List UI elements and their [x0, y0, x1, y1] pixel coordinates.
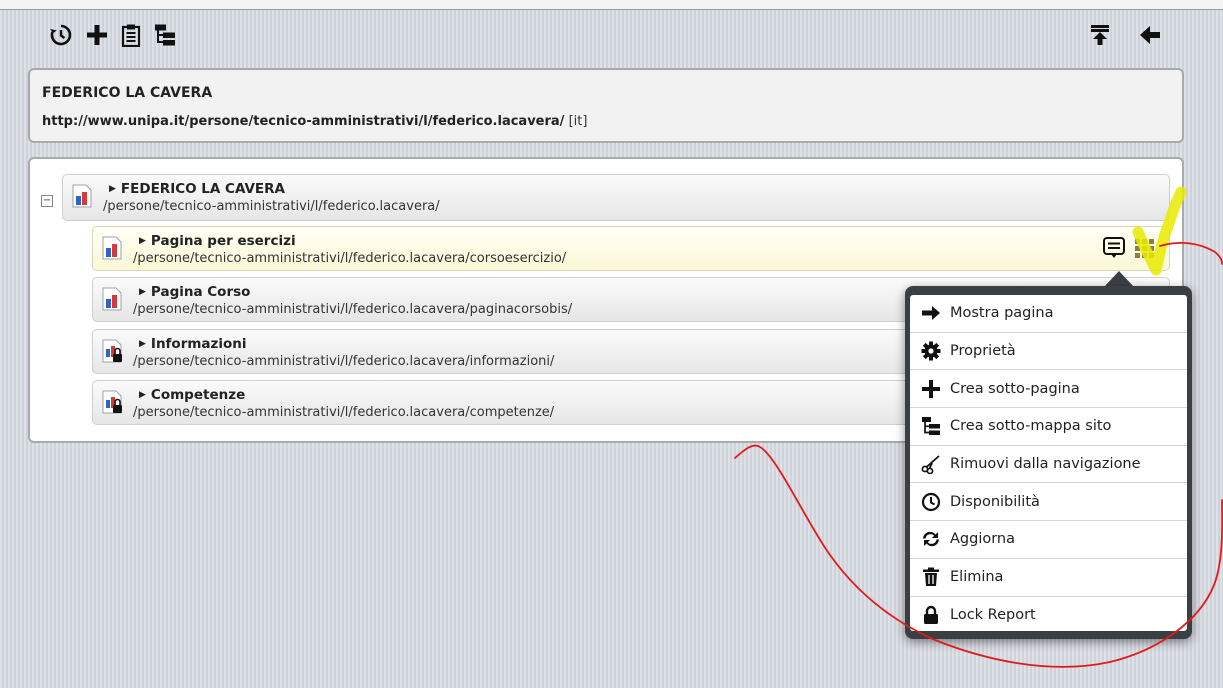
expand-arrow-icon: ▶ — [139, 287, 146, 297]
history-icon[interactable] — [48, 22, 74, 48]
page-icon — [101, 287, 123, 311]
menu-item-rimuovi-navigazione[interactable]: Rimuovi dalla navigazione — [910, 446, 1187, 484]
language-code: [it] — [568, 114, 588, 129]
expand-arrow-icon: ▶ — [139, 339, 146, 349]
tree-node-path: /persone/tecnico-amministrativi/l/federi… — [133, 302, 573, 317]
drag-handle-icon[interactable] — [1132, 236, 1156, 260]
tree-node-title[interactable]: ▶ Informazioni — [139, 336, 247, 352]
tree-node-path: /persone/tecnico-amministrativi/l/federi… — [103, 199, 440, 214]
trash-icon — [920, 566, 942, 588]
tree-node-child[interactable]: ▶ Pagina per esercizi /persone/tecnico-am… — [92, 226, 1170, 271]
menu-item-crea-sotto-mappa-sito[interactable]: Crea sotto-mappa sito — [910, 408, 1187, 446]
menu-item-label: Crea sotto-mappa sito — [950, 418, 1112, 435]
menu-item-aggiorna[interactable]: Aggiorna — [910, 521, 1187, 559]
context-menu-list: Mostra pagina Proprietà Crea sotto-pagin… — [910, 295, 1187, 631]
page-url: http://www.unipa.it/persone/tecnico-ammi… — [42, 114, 565, 129]
arrow-right-icon — [920, 302, 942, 324]
page-icon — [71, 184, 93, 208]
collapse-up-icon[interactable] — [1087, 22, 1113, 48]
menu-item-label: Elimina — [950, 569, 1004, 586]
tree-node-title[interactable]: ▶ FEDERICO LA CAVERA — [109, 181, 285, 197]
menu-item-label: Crea sotto-pagina — [950, 380, 1080, 397]
menu-item-lock-report[interactable]: Lock Report — [910, 597, 1187, 632]
menu-item-elimina[interactable]: Elimina — [910, 559, 1187, 597]
tree-node-title[interactable]: ▶ Competenze — [139, 387, 245, 403]
scissors-icon — [920, 453, 942, 475]
menu-item-crea-sotto-pagina[interactable]: Crea sotto-pagina — [910, 370, 1187, 409]
menu-item-proprieta[interactable]: Proprietà — [910, 333, 1187, 371]
tree-node-path: /persone/tecnico-amministrativi/l/federi… — [133, 251, 567, 266]
page-icon — [101, 236, 123, 260]
plus-icon — [920, 378, 942, 400]
menu-item-disponibilita[interactable]: Disponibilità — [910, 483, 1187, 522]
node-actions — [1102, 236, 1162, 262]
menu-item-label: Proprietà — [950, 343, 1016, 360]
locked-page-icon — [101, 339, 123, 363]
gear-icon — [920, 340, 942, 362]
menu-item-mostra-pagina[interactable]: Mostra pagina — [910, 295, 1187, 333]
page-title: FEDERICO LA CAVERA — [42, 85, 213, 101]
tree-node-path: /persone/tecnico-amministrativi/l/federi… — [133, 405, 555, 420]
locked-page-icon — [101, 390, 123, 414]
sitemap-icon — [920, 415, 942, 437]
sitemap-icon[interactable] — [152, 22, 178, 48]
tree-node-path: /persone/tecnico-amministrativi/l/federi… — [133, 354, 555, 369]
clock-icon — [920, 491, 942, 513]
menu-item-label: Aggiorna — [950, 531, 1016, 548]
lock-icon — [920, 604, 942, 626]
add-icon[interactable] — [84, 22, 110, 48]
expand-arrow-icon: ▶ — [139, 236, 146, 246]
context-menu: Mostra pagina Proprietà Crea sotto-pagin… — [905, 286, 1192, 639]
tree-node-title[interactable]: ▶ Pagina per esercizi — [139, 233, 296, 249]
menu-item-label: Disponibilità — [950, 493, 1040, 510]
menu-pointer — [1104, 271, 1134, 287]
refresh-icon — [920, 528, 942, 550]
collapse-toggle[interactable]: − — [41, 195, 53, 207]
tree-node-root[interactable]: ▶ FEDERICO LA CAVERA /persone/tecnico-amm… — [62, 174, 1170, 221]
back-arrow-icon[interactable] — [1137, 22, 1163, 48]
page-header: FEDERICO LA CAVERA http://www.unipa.it/p… — [28, 68, 1184, 143]
menu-item-label: Rimuovi dalla navigazione — [950, 456, 1141, 473]
url-line: http://www.unipa.it/persone/tecnico-ammi… — [42, 114, 587, 129]
expand-arrow-icon: ▶ — [139, 390, 146, 400]
menu-item-label: Lock Report — [950, 607, 1036, 624]
menu-item-label: Mostra pagina — [950, 305, 1054, 322]
expand-arrow-icon: ▶ — [109, 184, 116, 194]
top-strip — [0, 0, 1223, 10]
context-menu-icon[interactable] — [1102, 236, 1126, 260]
clipboard-icon[interactable] — [118, 22, 144, 48]
toolbar — [0, 10, 1223, 56]
tree-node-title[interactable]: ▶ Pagina Corso — [139, 284, 250, 300]
